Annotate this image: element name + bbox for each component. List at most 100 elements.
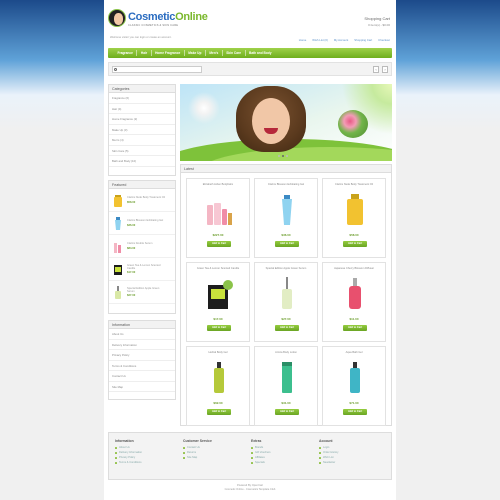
add-to-cart-button[interactable]: Add to Cart <box>275 325 299 331</box>
footer-column-information: Information About Us Delivery Informatio… <box>115 439 175 465</box>
product-image[interactable] <box>204 359 234 395</box>
nav-item-mens[interactable]: Men's <box>206 50 223 56</box>
product-price: $227.00 <box>212 233 224 237</box>
product-image[interactable] <box>272 275 302 311</box>
logo-icon[interactable] <box>108 9 126 27</box>
top-link-home[interactable]: Home <box>299 38 306 42</box>
top-link-cart[interactable]: Shopping Cart <box>354 38 372 42</box>
category-item[interactable]: Bath and Body (10) <box>109 156 175 167</box>
info-link[interactable]: About Us <box>109 329 175 340</box>
footer-link[interactable]: Newsletter <box>319 460 379 465</box>
product-name[interactable]: Clarins Nude Body Treatment Oil <box>323 183 385 190</box>
product-name[interactable]: Japanese Cherry Blossom Diffuser <box>323 267 385 274</box>
product-image[interactable] <box>340 275 370 311</box>
featured-name[interactable]: Special Edition Apple Green Serum <box>127 287 167 293</box>
featured-name[interactable]: Green Tea & Lemon Scented Candle <box>127 264 167 270</box>
top-link-checkout[interactable]: Checkout <box>378 38 390 42</box>
slider-dot[interactable] <box>286 155 288 157</box>
product-name[interactable]: Clarins Blossom Exfoliating Gel <box>255 183 317 190</box>
add-to-cart-button[interactable]: Add to Cart <box>207 409 231 415</box>
product-image[interactable] <box>204 275 234 311</box>
product-image[interactable] <box>204 191 234 227</box>
product-image[interactable] <box>340 191 370 227</box>
nav-item-make-up[interactable]: Make Up <box>185 50 206 56</box>
info-link[interactable]: Site Map <box>109 382 175 392</box>
brand-logo-text[interactable]: CosmeticOnline <box>128 11 208 23</box>
footer-link[interactable]: Site Map <box>183 455 243 460</box>
info-link[interactable]: Contact Us <box>109 371 175 382</box>
nav-item-hair[interactable]: Hair <box>137 50 152 56</box>
search-input[interactable] <box>112 66 202 73</box>
product-name[interactable]: Elizabeth Arden Bodybalm <box>187 183 249 190</box>
footer-link[interactable]: Terms & Conditions <box>115 460 175 465</box>
add-to-cart-button[interactable]: Add to Cart <box>275 241 299 247</box>
category-item[interactable]: Hair (4) <box>109 104 175 114</box>
nav-item-fragrance[interactable]: Fragrance <box>114 50 138 56</box>
product-image[interactable] <box>113 263 123 276</box>
product-name[interactable]: Special Edition Apple Green Serum <box>255 267 317 274</box>
category-item[interactable]: Men's (4) <box>109 135 175 146</box>
tagline: CLASSIC COSMETICS & SKIN CARE <box>128 24 179 27</box>
add-to-cart-button[interactable]: Add to Cart <box>207 325 231 331</box>
top-link-account[interactable]: My Account <box>334 38 348 42</box>
add-to-cart-button[interactable]: Add to Cart <box>343 409 367 415</box>
featured-price: $27.00 <box>127 294 136 298</box>
product-card[interactable]: Special Edition Apple Green Serum $27.00 A… <box>254 262 318 342</box>
product-name[interactable]: Arnica Body Lotion <box>255 351 317 358</box>
product-name[interactable]: Green Tea & Lemon Scented Candle <box>187 267 249 274</box>
hero-banner[interactable] <box>180 84 392 161</box>
footer-link[interactable]: Specials <box>251 460 311 465</box>
featured-name[interactable]: Clarins Double Serum <box>127 242 167 245</box>
featured-item[interactable]: Clarins Nude Body Treatment Oil $58.00 <box>109 189 175 212</box>
page: CosmeticOnline CLASSIC COSMETICS & SKIN … <box>104 0 396 500</box>
product-image[interactable] <box>113 194 123 207</box>
add-to-cart-button[interactable]: Add to Cart <box>343 241 367 247</box>
next-button[interactable]: › <box>382 66 388 73</box>
prev-button[interactable]: ‹ <box>373 66 379 73</box>
top-link-wishlist[interactable]: Wish List (0) <box>312 38 328 42</box>
category-item[interactable]: Make Up (3) <box>109 125 175 135</box>
product-name[interactable]: Herbal Body Gel <box>187 351 249 358</box>
product-card[interactable]: Clarins Blossom Exfoliating Gel $36.00 Add… <box>254 178 318 258</box>
product-card[interactable]: Clarins Nude Body Treatment Oil $58.00 Add… <box>322 178 386 258</box>
product-card[interactable]: Japanese Cherry Blossom Diffuser $11.00 Ad… <box>322 262 386 342</box>
category-item[interactable]: Skin Care (5) <box>109 146 175 156</box>
product-image[interactable] <box>113 240 123 253</box>
slider-dot[interactable] <box>278 155 280 157</box>
product-name[interactable]: Aqua Bath Gel <box>323 351 385 358</box>
featured-item[interactable]: Special Edition Apple Green Serum $27.00 <box>109 281 175 304</box>
featured-item[interactable]: Clarins Blossom Exfoliating Gel $36.00 <box>109 212 175 235</box>
product-image[interactable] <box>272 191 302 227</box>
featured-item[interactable]: Green Tea & Lemon Scented Candle $17.00 <box>109 258 175 281</box>
product-card[interactable]: Arnica Body Lotion $31.00 Add to Cart <box>254 346 318 426</box>
nav-item-bath-body[interactable]: Bath and Body <box>246 50 276 56</box>
info-link[interactable]: Privacy Policy <box>109 350 175 361</box>
featured-name[interactable]: Clarins Nude Body Treatment Oil <box>127 196 167 199</box>
product-card[interactable]: Aqua Bath Gel $71.00 Add to Cart <box>322 346 386 426</box>
product-card[interactable]: Elizabeth Arden Bodybalm $227.00 Add to Ca… <box>186 178 250 258</box>
add-to-cart-button[interactable]: Add to Cart <box>207 241 231 247</box>
information-title: Information <box>109 321 175 329</box>
slider-dot-active[interactable] <box>282 155 284 157</box>
nav-item-home-fragrance[interactable]: Home Fragrance <box>152 50 185 56</box>
info-link[interactable]: Delivery Information <box>109 340 175 350</box>
product-card[interactable]: Herbal Body Gel $62.00 Add to Cart <box>186 346 250 426</box>
category-item[interactable]: Home Fragrance (2) <box>109 114 175 125</box>
add-to-cart-button[interactable]: Add to Cart <box>343 325 367 331</box>
product-image[interactable] <box>113 216 123 230</box>
category-item[interactable]: Fragrance (6) <box>109 93 175 104</box>
product-image[interactable] <box>340 359 370 395</box>
shopping-cart[interactable]: Shopping Cart 0 item(s) - $0.00 <box>364 16 390 27</box>
featured-item[interactable]: Clarins Double Serum $84.00 <box>109 235 175 258</box>
product-image[interactable] <box>113 285 123 299</box>
featured-price: $84.00 <box>127 246 136 250</box>
info-link[interactable]: Terms & Conditions <box>109 361 175 371</box>
search-icon[interactable] <box>114 68 117 71</box>
nav-item-skin-care[interactable]: Skin Care <box>223 50 246 56</box>
product-card[interactable]: Green Tea & Lemon Scented Candle $17.00 Ad… <box>186 262 250 342</box>
add-to-cart-button[interactable]: Add to Cart <box>275 409 299 415</box>
featured-name[interactable]: Clarins Blossom Exfoliating Gel <box>127 219 167 222</box>
cart-summary[interactable]: 0 item(s) - $0.00 <box>364 23 390 27</box>
search-bar: ‹ › <box>108 62 392 76</box>
product-image[interactable] <box>272 359 302 395</box>
